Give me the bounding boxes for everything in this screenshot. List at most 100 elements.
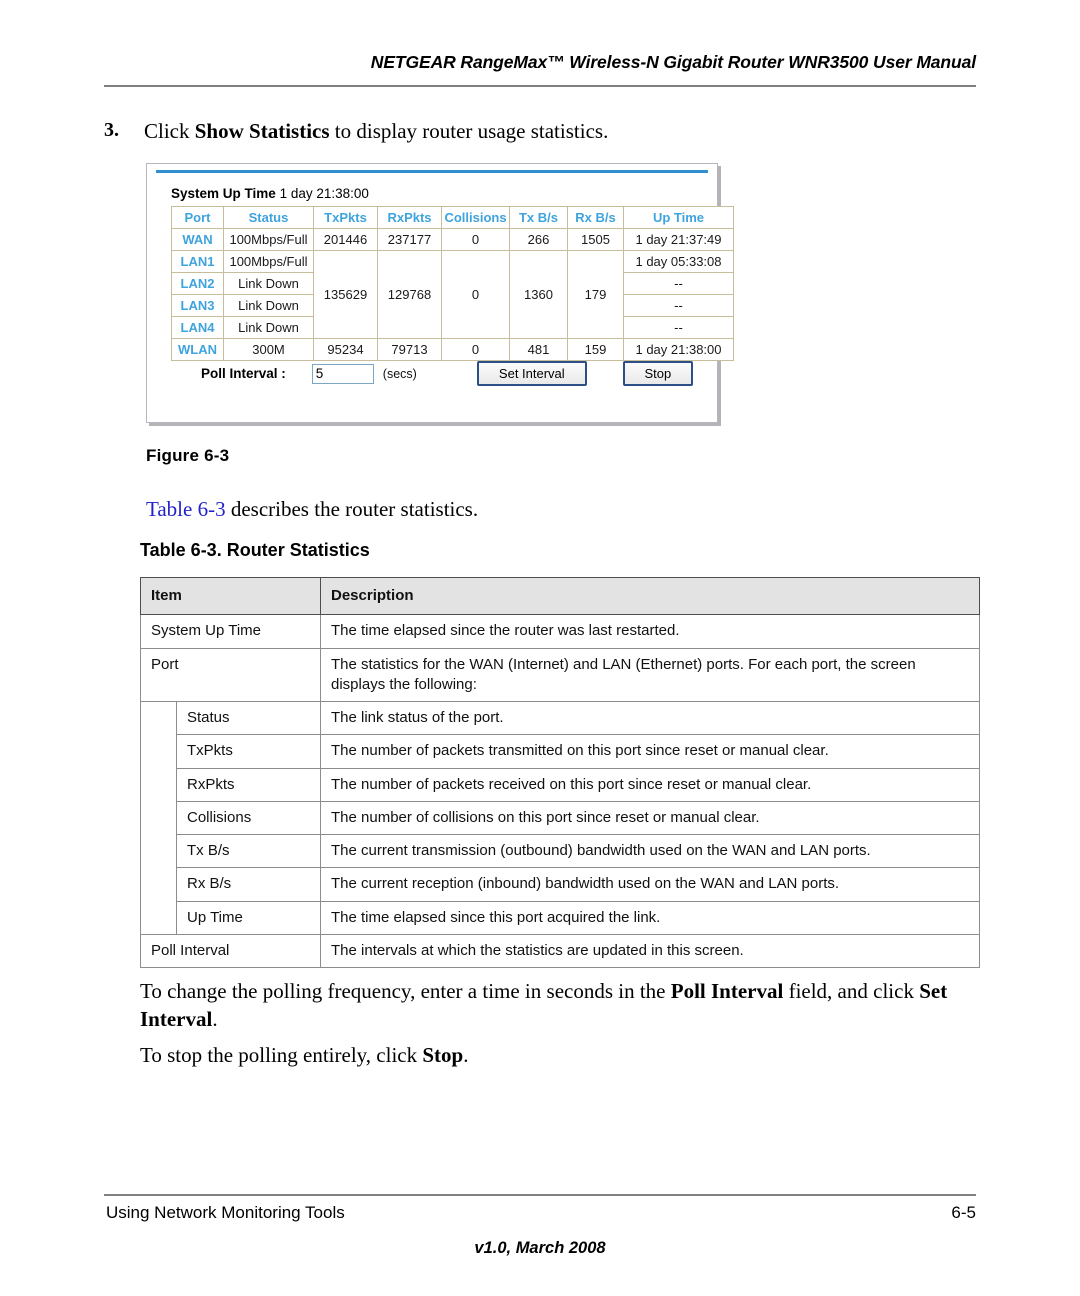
stats-status-lan2: Link Down: [223, 272, 314, 295]
desc-col-item: Item: [140, 576, 321, 616]
stats-uptime-lan3: --: [623, 294, 734, 317]
desc-item-rxbs: Rx B/s: [176, 867, 321, 902]
stats-col-rxbs: Rx B/s: [567, 206, 624, 229]
desc-description-poll-interval: The intervals at which the statistics ar…: [320, 933, 980, 969]
paragraph-change-polling: To change the polling frequency, enter a…: [140, 978, 985, 1033]
table-row: Tx B/s The current transmission (outboun…: [141, 833, 980, 869]
stats-rxbs-wan: 1505: [567, 228, 624, 251]
desc-item-uptime: Up Time: [176, 900, 321, 935]
table-row: TxPkts The number of packets transmitted…: [141, 734, 980, 769]
system-up-time-label: System Up Time: [171, 186, 276, 201]
stats-status-wlan: 300M: [223, 338, 314, 361]
stats-col-uptime: Up Time: [623, 206, 734, 229]
table-reference-link[interactable]: Table 6-3: [146, 497, 226, 521]
desc-item-poll-interval: Poll Interval: [140, 933, 321, 969]
stats-col-txpkts: TxPkts: [313, 206, 378, 229]
stats-txbs-wlan: 481: [509, 338, 568, 361]
system-up-time-value: 1 day 21:38:00: [279, 186, 369, 201]
stats-port-lan3: LAN3: [171, 294, 224, 317]
paragraph-stop-polling: To stop the polling entirely, click Stop…: [140, 1042, 985, 1070]
desc-description-txpkts: The number of packets transmitted on thi…: [320, 734, 980, 769]
desc-table-title: Table 6-3. Router Statistics: [140, 540, 370, 560]
stats-port-lan4: LAN4: [171, 316, 224, 339]
figure-caption: Figure 6-3: [146, 446, 230, 465]
desc-description-system-up-time: The time elapsed since the router was la…: [320, 614, 980, 649]
para1-part-a: To change the polling frequency, enter a…: [140, 979, 671, 1003]
footer-rule: [104, 1194, 976, 1196]
desc-item-txbs: Tx B/s: [176, 833, 321, 869]
para2-bold-stop: Stop: [422, 1043, 464, 1067]
stats-status-lan3: Link Down: [223, 294, 314, 317]
desc-description-rxbs: The current reception (inbound) bandwidt…: [320, 867, 980, 902]
desc-item-rxpkts: RxPkts: [176, 767, 321, 802]
stats-rxpkts-wlan: 79713: [377, 338, 442, 361]
desc-description-txbs: The current transmission (outbound) band…: [320, 833, 980, 869]
para1-part-e: .: [212, 1006, 218, 1031]
table-reference-rest: describes the router statistics.: [225, 497, 479, 521]
stats-uptime-wan: 1 day 21:37:49: [623, 228, 734, 251]
para1-part-c: field, and click: [783, 979, 920, 1003]
desc-item-collisions: Collisions: [176, 800, 321, 836]
stats-status-lan4: Link Down: [223, 316, 314, 339]
stats-status-lan1: 100Mbps/Full: [223, 250, 314, 273]
step-text-bold: Show Statistics: [194, 119, 330, 143]
stats-status-wan: 100Mbps/Full: [223, 228, 314, 251]
set-interval-button[interactable]: Set Interval: [476, 361, 587, 386]
step-item: 3. Click Show Statistics to display rout…: [104, 118, 984, 144]
table-reference-line: Table 6-3 describes the router statistic…: [146, 497, 478, 522]
step-number: 3.: [104, 119, 119, 141]
poll-interval-units: (secs): [382, 366, 417, 381]
stats-rxbs-wlan: 159: [567, 338, 624, 361]
table-row: Status The link status of the port.: [140, 700, 980, 935]
header-title: NETGEAR RangeMax™ Wireless-N Gigabit Rou…: [370, 52, 976, 72]
desc-indent-spacer: [140, 701, 177, 935]
poll-interval-input[interactable]: [311, 363, 374, 384]
stats-col-port: Port: [171, 206, 224, 229]
step-text: Click Show Statistics to display router …: [144, 118, 984, 144]
desc-description-status: The link status of the port.: [320, 700, 980, 736]
stats-uptime-wlan: 1 day 21:38:00: [623, 338, 734, 361]
desc-description-uptime: The time elapsed since this port acquire…: [320, 900, 980, 935]
poll-interval-label: Poll Interval :: [201, 366, 286, 381]
desc-description-collisions: The number of collisions on this port si…: [320, 800, 980, 836]
step-text-after: to display router usage statistics.: [329, 119, 609, 143]
stop-button[interactable]: Stop: [622, 361, 693, 386]
stats-collisions-lan-group: 0: [441, 250, 510, 339]
stats-rxpkts-wan: 237177: [377, 228, 442, 251]
stats-row-wlan: WLAN 300M 95234 79713 0 481 159 1 day 21…: [171, 338, 734, 361]
document-page: NETGEAR RangeMax™ Wireless-N Gigabit Rou…: [0, 0, 1080, 1296]
desc-col-description: Description: [320, 576, 980, 616]
desc-item-status: Status: [176, 700, 321, 736]
table-row: Port The statistics for the WAN (Interne…: [140, 647, 980, 702]
stats-uptime-lan2: --: [623, 272, 734, 295]
stats-rxpkts-lan-group: 129768: [377, 250, 442, 339]
stats-row-wan: WAN 100Mbps/Full 201446 237177 0 266 150…: [171, 228, 734, 251]
footer-version: v1.0, March 2008: [474, 1239, 606, 1257]
poll-interval-row: Poll Interval : (secs) Set Interval Stop: [171, 361, 699, 386]
table-row: Poll Interval The intervals at which the…: [140, 933, 980, 969]
stats-col-collisions: Collisions: [441, 206, 510, 229]
header-rule: [104, 85, 976, 87]
router-stats-table: Port Status TxPkts RxPkts Collisions Tx …: [171, 206, 734, 361]
desc-item-system-up-time: System Up Time: [140, 614, 321, 649]
stats-port-wan: WAN: [171, 228, 224, 251]
para2-part-c: .: [463, 1043, 469, 1067]
stats-txpkts-lan-group: 135629: [313, 250, 378, 339]
stats-col-txbs: Tx B/s: [509, 206, 568, 229]
stats-port-lan1: LAN1: [171, 250, 224, 273]
stats-col-status: Status: [223, 206, 314, 229]
stats-txbs-wan: 266: [509, 228, 568, 251]
table-row: Rx B/s The current reception (inbound) b…: [141, 867, 980, 902]
desc-description-port: The statistics for the WAN (Internet) an…: [320, 647, 980, 702]
stats-uptime-lan1: 1 day 05:33:08: [623, 250, 734, 273]
desc-header-row: Item Description: [140, 576, 980, 616]
desc-item-txpkts: TxPkts: [176, 734, 321, 769]
stats-col-rxpkts: RxPkts: [377, 206, 442, 229]
stats-header-row: Port Status TxPkts RxPkts Collisions Tx …: [171, 206, 734, 229]
router-statistics-description-table: Item Description System Up Time The time…: [140, 576, 980, 969]
stats-txpkts-wan: 201446: [313, 228, 378, 251]
stats-row-lan1: LAN1 100Mbps/Full 135629 129768 0 1360 1…: [171, 250, 734, 339]
document-header: NETGEAR RangeMax™ Wireless-N Gigabit Rou…: [104, 52, 976, 73]
system-up-time-line: System Up Time 1 day 21:38:00: [171, 186, 699, 201]
table-row: Collisions The number of collisions on t…: [141, 800, 980, 836]
